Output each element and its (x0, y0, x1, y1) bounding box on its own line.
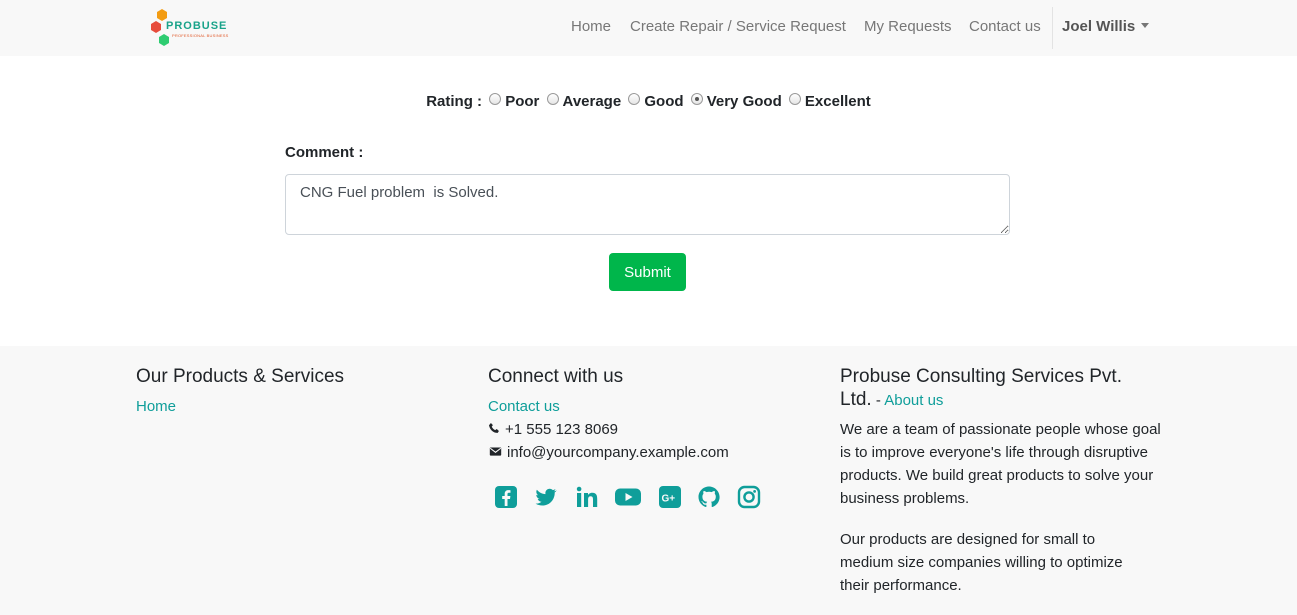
user-menu-dropdown[interactable]: Joel Willis (1062, 18, 1150, 35)
svg-text:G+: G+ (662, 494, 676, 505)
rating-option-excellent: Excellent (804, 93, 871, 110)
phone-icon (488, 422, 499, 433)
nav-divider (1052, 7, 1053, 49)
footer-company-heading-line2: Ltd. - About us (840, 389, 943, 411)
submit-button[interactable]: Submit (609, 253, 686, 291)
footer-phone: +1 555 123 8069 (488, 421, 618, 438)
google-plus-icon[interactable]: G+ (658, 485, 682, 509)
top-navbar: PROBUSE PROFESSIONAL BUSINESS Home Creat… (0, 0, 1297, 56)
envelope-icon (489, 447, 502, 456)
rating-label: Rating : (426, 93, 483, 110)
instagram-icon[interactable] (737, 485, 761, 509)
rating-radio-excellent[interactable] (788, 93, 801, 105)
footer-company-heading-ltd: Ltd. (840, 389, 872, 410)
footer-phone-text: +1 555 123 8069 (505, 421, 619, 438)
rating-option-poor: Poor (505, 93, 540, 110)
linkedin-icon[interactable] (575, 485, 599, 509)
nav-create-request-link[interactable]: Create Repair / Service Request (630, 18, 846, 35)
footer-email: info@yourcompany.example.com (488, 444, 729, 461)
rating-radio-good[interactable] (628, 93, 641, 105)
footer-contact-link[interactable]: Contact us (488, 398, 560, 415)
nav-contact-link[interactable]: Contact us (969, 18, 1041, 35)
footer-email-text: info@yourcompany.example.com (507, 444, 729, 461)
twitter-icon[interactable] (534, 485, 558, 509)
facebook-icon[interactable] (494, 485, 518, 509)
footer-about-link[interactable]: About us (884, 392, 943, 409)
footer-home-link[interactable]: Home (136, 398, 176, 415)
rating-radio-poor[interactable] (489, 93, 502, 105)
comment-label: Comment : (285, 144, 364, 161)
rating-option-average: Average (562, 93, 622, 110)
footer-connect-heading: Connect with us (488, 366, 624, 387)
nav-my-requests-link[interactable]: My Requests (864, 18, 952, 35)
comment-textarea[interactable]: CNG Fuel problem is Solved. (285, 174, 1010, 235)
footer-products-heading: Our Products & Services (136, 366, 345, 387)
rating-option-good: Good (644, 93, 684, 110)
chevron-down-icon (1141, 22, 1150, 28)
youtube-icon[interactable] (614, 485, 642, 509)
github-icon[interactable] (697, 485, 721, 509)
rating-radio-very-good[interactable] (690, 93, 703, 105)
user-name: Joel Willis (1062, 18, 1136, 35)
rating-option-very-good: Very Good (706, 93, 782, 110)
nav-home-link[interactable]: Home (571, 18, 611, 35)
footer-company-para-2: Our products are designed for small to m… (840, 531, 1123, 594)
rating-row: Rating : Poor Average Good Very Good Exc… (0, 93, 1297, 110)
footer-company-heading: Probuse Consulting Services Pvt. (840, 366, 1122, 387)
rating-radio-average[interactable] (546, 93, 559, 105)
footer-about-separator: - (871, 392, 885, 409)
footer-company-para-1: We are a team of passionate people whose… (840, 421, 1161, 507)
